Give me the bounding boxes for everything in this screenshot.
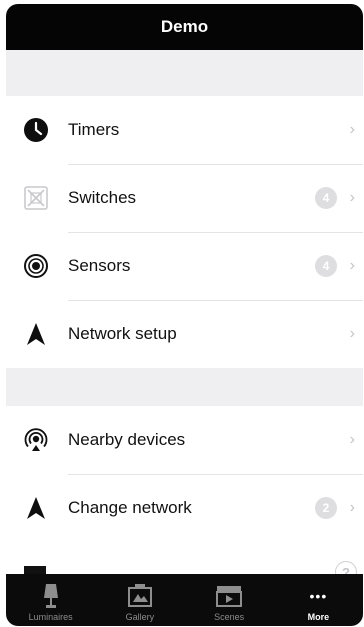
menu-item-label: Sensors — [68, 256, 131, 275]
settings-group-1: Timers › Switches 4 › Sensors 4 › Networ… — [6, 96, 363, 368]
sensor-icon — [22, 252, 50, 280]
lamp-icon — [40, 582, 62, 610]
switch-icon — [22, 184, 50, 212]
clock-icon — [22, 116, 50, 144]
gallery-icon — [127, 582, 153, 610]
network-arrow-icon — [22, 320, 50, 348]
menu-item-switches[interactable]: Switches 4 › — [6, 164, 363, 232]
menu-item-nearby-devices[interactable]: Nearby devices › — [6, 406, 363, 474]
tab-label: Luminaires — [28, 612, 73, 622]
count-badge: 4 — [315, 187, 337, 209]
nearby-devices-icon — [22, 426, 50, 454]
chevron-right-icon: › — [349, 257, 355, 274]
menu-item-network-setup[interactable]: Network setup › — [6, 300, 363, 368]
menu-item-label: Change network — [68, 498, 192, 517]
menu-item-label: Switches — [68, 188, 137, 207]
chevron-right-icon: › — [349, 431, 355, 448]
page-title: Demo — [160, 17, 209, 36]
nav-header: Demo — [6, 4, 363, 50]
app-frame: Demo Timers › Switches 4 › Sensors 4 › N… — [6, 4, 363, 626]
tab-bar: Luminaires Gallery Scenes ••• More — [6, 574, 363, 626]
menu-item-label: Network setup — [68, 324, 177, 343]
count-badge: 2 — [315, 497, 337, 519]
scenes-icon — [215, 582, 243, 610]
chevron-right-icon: › — [349, 499, 355, 516]
settings-group-2: Nearby devices › Change network 2 › — [6, 406, 363, 578]
tab-luminaires[interactable]: Luminaires — [6, 574, 95, 626]
tab-gallery[interactable]: Gallery — [95, 574, 184, 626]
menu-item-sensors[interactable]: Sensors 4 › — [6, 232, 363, 300]
menu-item-label: Nearby devices — [68, 430, 186, 449]
section-spacer — [6, 368, 363, 406]
network-arrow-icon — [22, 494, 50, 522]
tab-label: More — [307, 612, 330, 622]
tab-label: Scenes — [214, 612, 245, 622]
menu-item-change-network[interactable]: Change network 2 › — [6, 474, 363, 542]
tab-label: Gallery — [125, 612, 155, 622]
section-spacer — [6, 50, 363, 96]
count-badge: 4 — [315, 255, 337, 277]
more-icon: ••• — [309, 588, 328, 604]
chevron-right-icon: › — [349, 325, 355, 342]
menu-item-label: Timers — [68, 120, 120, 139]
tab-more[interactable]: ••• More — [274, 574, 363, 626]
menu-item-timers[interactable]: Timers › — [6, 96, 363, 164]
chevron-right-icon: › — [349, 189, 355, 206]
tab-scenes[interactable]: Scenes — [185, 574, 274, 626]
chevron-right-icon: › — [349, 121, 355, 138]
